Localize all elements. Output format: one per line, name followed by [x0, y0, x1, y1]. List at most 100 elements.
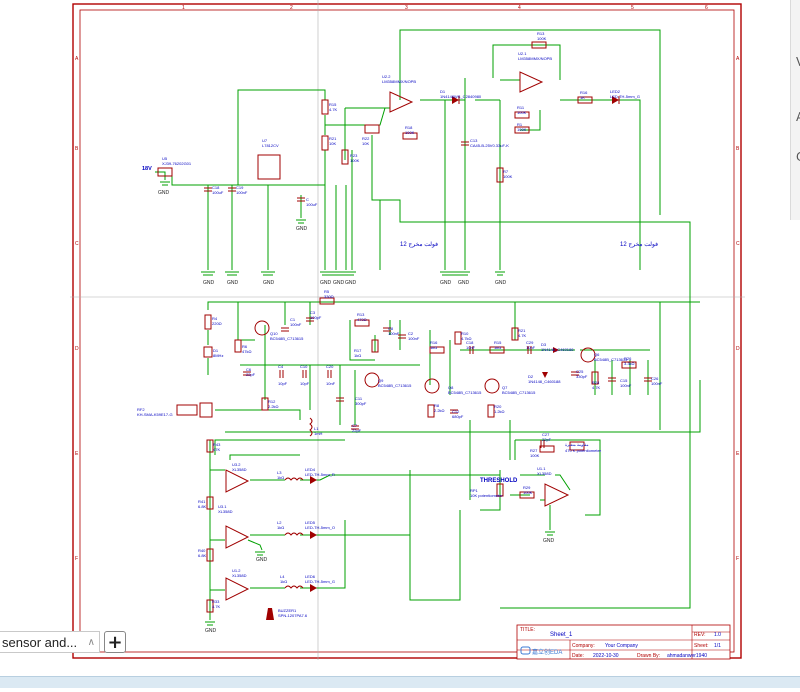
led4-icon [310, 476, 317, 484]
r6-val: 47kΩ [242, 349, 251, 354]
q7-part: BC548B_C713615 [502, 390, 536, 395]
l3-val: 1kΩ [277, 475, 284, 480]
document-tab-bar: sensor and... ∧ + [0, 630, 138, 654]
c11-val: 300pF [355, 401, 367, 406]
opamp-u2-2 [389, 91, 414, 113]
threshold-block: U1.1 XL358D R27 100K C27 22pF مقاومة متغ… [470, 432, 602, 530]
r12-val: 2.2kΩ [268, 404, 279, 409]
col-marker: 5 [631, 5, 634, 11]
l1-val: 1mH [314, 431, 323, 436]
r20-val: 1.2kΩ [494, 409, 505, 414]
frame-markers: 1 2 3 4 5 6 A B C D E F A B C D E F [75, 5, 740, 562]
l4-val: 1kΩ [280, 579, 287, 584]
sheet-label: Sheet: [694, 643, 708, 649]
r22-val: 10K [362, 141, 369, 146]
u1-2-part: XL358D [232, 573, 247, 578]
gnd-label: GND [440, 280, 452, 286]
gnd-symbols [160, 181, 505, 276]
gnd-label: GND [227, 280, 239, 286]
chevron-up-icon[interactable]: ∧ [88, 637, 95, 648]
row-marker: B [736, 146, 740, 152]
opamp-u1-2 [225, 577, 250, 601]
diode-d2 [542, 372, 548, 378]
c19-val: 100nF [236, 190, 248, 195]
wires [155, 29, 691, 609]
gnd-label: GND [203, 280, 215, 286]
row-marker: F [75, 556, 78, 562]
row-marker: E [736, 451, 740, 457]
led2-part: LED-TH-5mm_G [610, 94, 640, 99]
opamp-u3-2 [225, 469, 250, 493]
gnd-label: GND [263, 280, 275, 286]
u1-1-part: XL358D [537, 471, 552, 476]
r40-val: 6.8K [198, 553, 207, 558]
col-marker: 4 [518, 5, 521, 11]
inductor-l1 [309, 417, 313, 437]
r5-val: 330Ω [324, 294, 334, 299]
c15-val: 100nF [620, 383, 632, 388]
c27-val: 22pF [542, 437, 552, 442]
d3-part: 1N4148_C460188 [541, 347, 574, 352]
opamp-u3-1 [225, 525, 250, 549]
led-block: U3.2 XL358D U3.1 XL358D U1.2 XL358D R43 … [198, 439, 555, 634]
sheet-frame [70, 0, 745, 660]
arabic-note-1: فولت مخرج 12 [400, 241, 438, 248]
c12-val: 680pF [452, 414, 464, 419]
title-value: Sheet_1 [550, 632, 573, 638]
rev-value: 1.0 [714, 632, 721, 638]
transistor-q8 [424, 378, 440, 394]
l2-val: 1kΩ [277, 525, 284, 530]
r4-val: 220Ω [212, 321, 222, 326]
c20-val: 10nF [326, 381, 336, 386]
drawn-value: ahmadanwer1940 [667, 653, 707, 659]
row-marker: D [75, 346, 79, 352]
gnd-label: GND [320, 280, 332, 286]
u2-1-part: LM358MMX/NOPB [518, 56, 552, 61]
row-marker: E [75, 451, 79, 457]
r21b-val: 4.7K [518, 333, 527, 338]
row-marker: C [736, 241, 740, 247]
r16b-val: 1kΩ [430, 345, 437, 350]
gnd-label: GND [543, 538, 555, 544]
crystal-d1 [203, 346, 213, 358]
row-marker: A [75, 56, 79, 62]
document-tab-label: sensor and... [2, 634, 78, 650]
c2-val: 100nF [408, 336, 420, 341]
sheet-value: 1/1 [714, 643, 721, 649]
c26-val: 100nF [651, 381, 663, 386]
d2-part: 1N4148_C460188 [528, 379, 561, 384]
u3-1-part: XL358D [218, 509, 233, 514]
connector-part: XJ39-76202G01 [162, 161, 192, 166]
row-marker: F [736, 556, 739, 562]
c10-val: 10pF [300, 381, 310, 386]
transistor-q10 [254, 320, 270, 336]
r33-val: 4.7K [212, 604, 221, 609]
schematic-canvas[interactable]: 1 2 3 4 5 6 A B C D E F A B C D E F GND … [0, 0, 800, 687]
date-value: 2022-10-30 [593, 653, 619, 659]
c29-val: 10nF [526, 345, 536, 350]
r15-val: 4.7K [329, 107, 338, 112]
r11-val: 100K [517, 110, 527, 115]
add-tab-button[interactable]: + [104, 631, 126, 653]
col-marker: 6 [705, 5, 708, 11]
c4-val: 10pF [278, 381, 288, 386]
c6-val: 22pF [246, 372, 256, 377]
document-tab[interactable]: sensor and... ∧ [0, 631, 100, 653]
drawn-label: Drawn By: [637, 653, 660, 659]
r17-val: 1kΩ [354, 353, 361, 358]
c25-val: 330pF [576, 374, 588, 379]
r43-val: 47K [213, 447, 220, 452]
rf2-part: KH-SMA-K59E17-G [137, 412, 173, 417]
r7-val: 100K [503, 174, 513, 179]
led6-icon [310, 584, 317, 592]
schematic-svg: 1 2 3 4 5 6 A B C D E F A B C D E F GND … [70, 0, 745, 660]
regulator-part: L7812CV [262, 143, 279, 148]
q10-part: BC548B_C713615 [270, 336, 304, 341]
q8-part: BC548B_C713615 [448, 390, 482, 395]
power-section: GND GND GND GND GND GND GND GND GND GND … [142, 29, 691, 609]
title-block: TITLE: Sheet_1 REV: 1.0 Company: Your Co… [516, 624, 731, 660]
arabic-pot: مقاومة متغيرة [565, 442, 589, 447]
rp1-part: 10K potentiometer [470, 493, 503, 498]
r29-val: 100K [523, 490, 533, 495]
side-panel-glyph: A [796, 110, 800, 124]
